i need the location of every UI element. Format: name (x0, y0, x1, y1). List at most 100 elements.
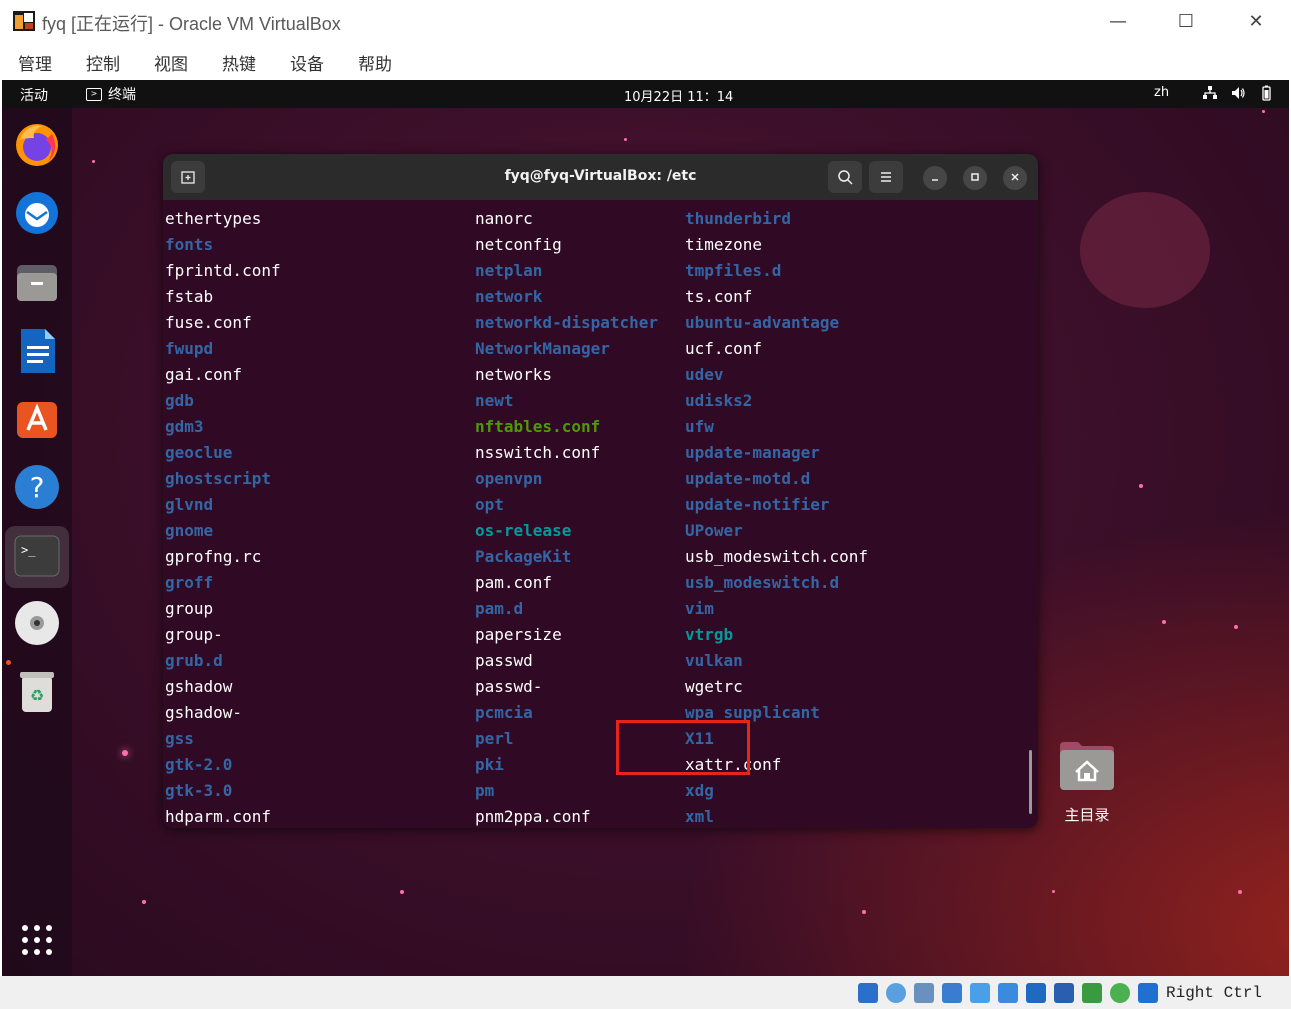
menu-help[interactable]: 帮助 (358, 50, 392, 75)
thunderbird-icon[interactable] (12, 188, 62, 238)
terminal-icon[interactable]: >_ (5, 526, 69, 588)
host-key-label: Right Ctrl (1166, 984, 1263, 1002)
ls-entry: network (475, 287, 543, 306)
window-title: fyq [正在运行] - Oracle VM VirtualBox (42, 14, 341, 34)
ls-entry: group (165, 599, 214, 618)
input-language[interactable]: zh (1154, 85, 1169, 100)
vm-screen[interactable]: 活动 > 终端 10月22日 11：14 zh ? >_ ♻ fyq@fyq-V… (2, 80, 1289, 976)
star-decoration (142, 900, 146, 904)
ls-entry: gss (165, 729, 194, 748)
writer-icon[interactable] (12, 326, 62, 376)
optical-drive-icon[interactable] (886, 983, 906, 1003)
star-decoration (122, 750, 128, 756)
svg-text:?: ? (30, 471, 45, 504)
ls-entry: opt (475, 495, 504, 514)
terminal-window[interactable]: fyq@fyq-VirtualBox: /etc ethertypes fonts… (163, 154, 1038, 828)
ls-entry: tmpfiles.d (685, 261, 782, 280)
activities-button[interactable]: 活动 (20, 85, 48, 105)
ls-entry: hdparm.conf (165, 807, 271, 826)
home-folder-icon[interactable] (1058, 740, 1116, 792)
display-icon[interactable] (1026, 983, 1046, 1003)
ls-entry: netplan (475, 261, 543, 280)
star-decoration (1162, 620, 1166, 624)
home-folder-label: 主目录 (1064, 806, 1110, 824)
terminal-header-bar[interactable]: fyq@fyq-VirtualBox: /etc (163, 154, 1038, 200)
ls-entry: pm (475, 781, 495, 800)
planet-decoration (1080, 192, 1210, 308)
keyboard-capture-icon[interactable] (1138, 983, 1158, 1003)
hard-disk-icon[interactable] (858, 983, 878, 1003)
search-button[interactable] (828, 161, 862, 193)
cpu-icon[interactable] (1082, 983, 1102, 1003)
terminal-close-button[interactable] (1003, 166, 1027, 190)
menu-manage[interactable]: 管理 (18, 50, 52, 75)
menu-devices[interactable]: 设备 (290, 50, 324, 75)
menu-button[interactable] (869, 161, 903, 193)
ls-entry: vulkan (685, 651, 743, 670)
volume-icon[interactable] (1230, 85, 1246, 101)
host-status-bar: Right Ctrl (0, 976, 1291, 1009)
ls-entry: xdg (685, 781, 714, 800)
ls-entry: os-release (475, 521, 572, 540)
ls-entry: ts.conf (685, 287, 753, 306)
ls-entry: gdm3 (165, 417, 204, 436)
minimize-icon (932, 179, 938, 181)
ls-entry: pnm2ppa.conf (475, 807, 591, 826)
ls-entry: UPower (685, 521, 743, 540)
app-menu-label: 终端 (108, 87, 136, 103)
dock: ? >_ ♻ (2, 108, 72, 976)
ls-entry: group- (165, 625, 223, 644)
terminal-scrollbar[interactable] (1029, 750, 1032, 814)
star-decoration (400, 890, 404, 894)
ls-entry: fuse.conf (165, 313, 252, 332)
app-center-icon[interactable] (12, 394, 62, 444)
menu-control[interactable]: 控制 (86, 50, 120, 75)
host-title-bar: fyq [正在运行] - Oracle VM VirtualBox — ☐ ✕ (0, 0, 1291, 44)
ls-entry: NetworkManager (475, 339, 610, 358)
star-decoration (1052, 890, 1055, 893)
svg-text:♻: ♻ (30, 686, 44, 705)
ls-entry: gshadow- (165, 703, 243, 722)
ls-entry: geoclue (165, 443, 233, 462)
ls-entry: vtrgb (685, 625, 734, 644)
star-decoration (862, 910, 866, 914)
ls-entry: gdb (165, 391, 194, 410)
search-icon (838, 170, 853, 185)
network-icon[interactable] (1202, 85, 1218, 101)
ls-entry: fprintd.conf (165, 261, 281, 280)
firefox-icon[interactable] (12, 120, 62, 170)
usb-icon[interactable] (970, 983, 990, 1003)
menu-hotkeys[interactable]: 热键 (222, 50, 256, 75)
annotation-highlight-box (616, 720, 750, 775)
files-icon[interactable] (12, 258, 62, 308)
star-decoration (1262, 110, 1265, 113)
ls-entry: networks (475, 365, 553, 384)
trash-icon[interactable]: ♻ (12, 666, 62, 716)
app-menu[interactable]: > 终端 (86, 84, 136, 104)
maximize-button[interactable]: ☐ (1166, 6, 1206, 38)
ls-entry: ghostscript (165, 469, 271, 488)
ls-entry: pam.d (475, 599, 524, 618)
terminal-output[interactable]: ethertypes fonts fprintd.conf fstab fuse.con… (165, 206, 1025, 826)
ls-entry: gtk-3.0 (165, 781, 233, 800)
ls-entry: fwupd (165, 339, 214, 358)
show-apps-icon[interactable] (20, 923, 54, 961)
ls-entry: glvnd (165, 495, 214, 514)
network-adapter-icon[interactable] (942, 983, 962, 1003)
menu-view[interactable]: 视图 (154, 50, 188, 75)
close-button[interactable]: ✕ (1236, 6, 1276, 38)
help-icon[interactable]: ? (12, 462, 62, 512)
mouse-integration-icon[interactable] (1110, 983, 1130, 1003)
ls-entry: wgetrc (685, 677, 743, 696)
audio-icon[interactable] (914, 983, 934, 1003)
shared-folders-icon[interactable] (998, 983, 1018, 1003)
minimize-button[interactable]: — (1098, 6, 1138, 38)
ls-entry: PackageKit (475, 547, 572, 566)
clock[interactable]: 10月22日 11：14 (624, 86, 733, 105)
recording-icon[interactable] (1054, 983, 1074, 1003)
battery-icon[interactable] (1258, 85, 1274, 101)
ls-entry: ubuntu-advantage (685, 313, 840, 332)
disc-icon[interactable] (12, 598, 62, 648)
terminal-minimize-button[interactable] (923, 166, 947, 190)
terminal-maximize-button[interactable] (963, 166, 987, 190)
